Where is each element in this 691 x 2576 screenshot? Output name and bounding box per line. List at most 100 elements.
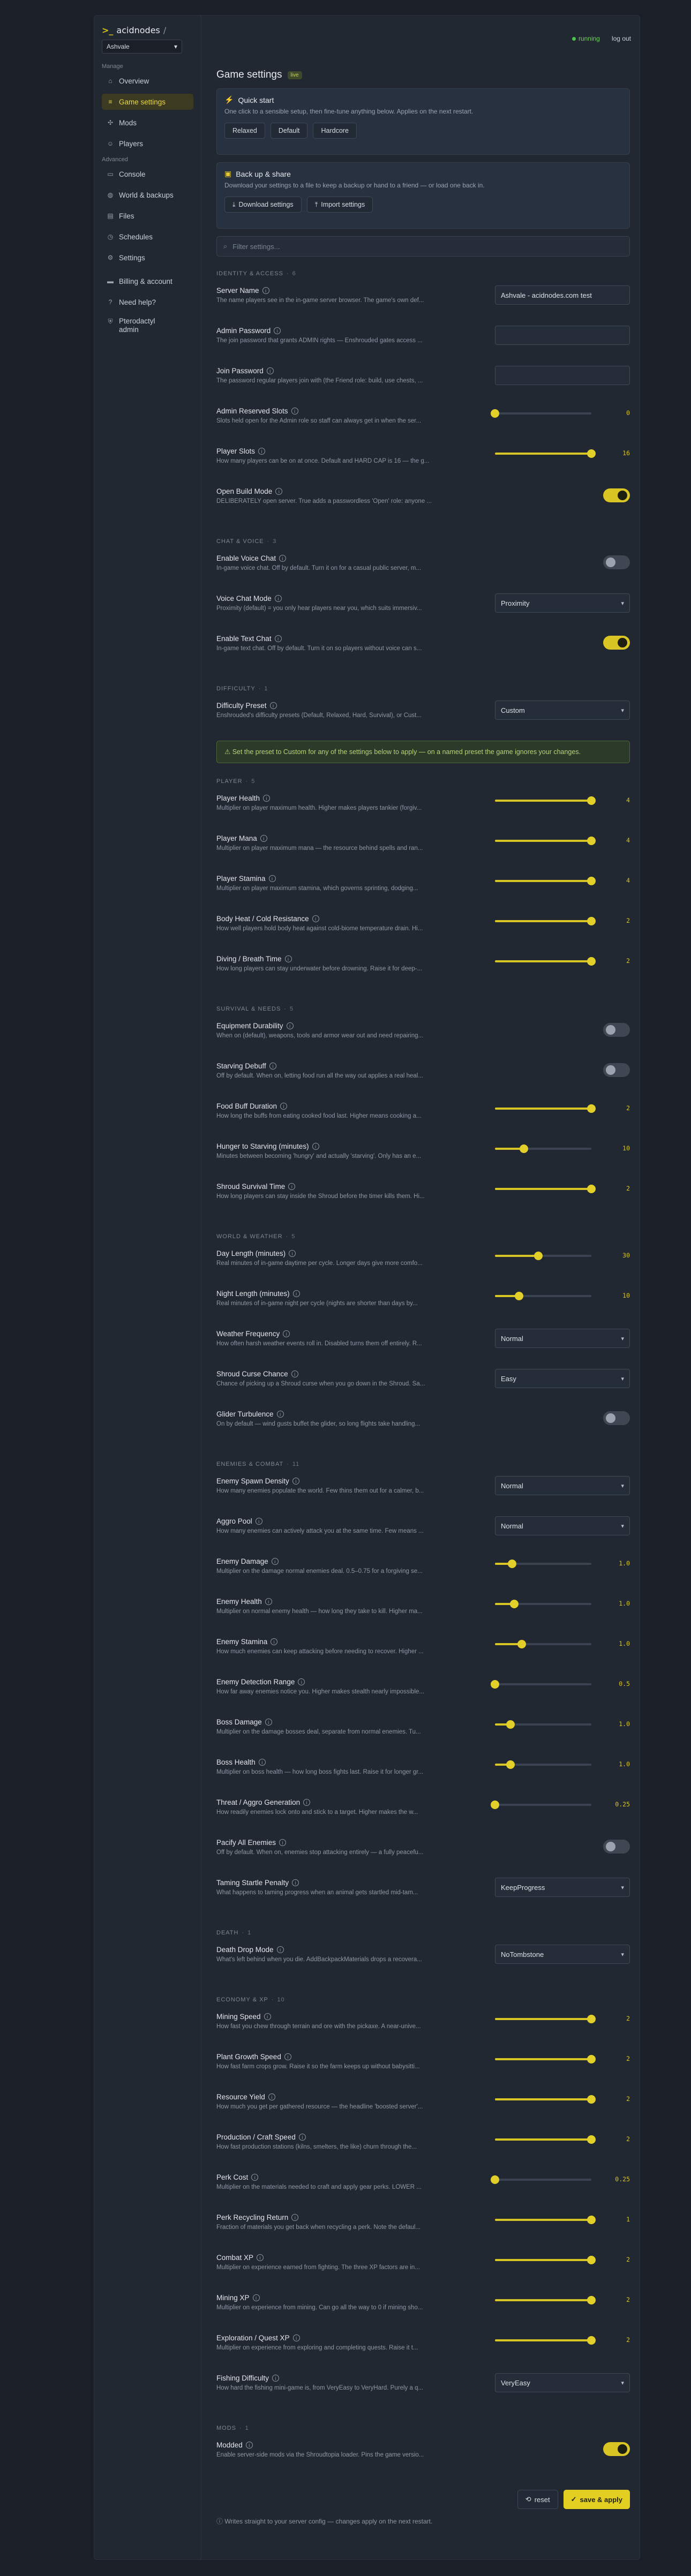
slider-handle[interactable] xyxy=(587,449,596,458)
info-icon[interactable]: i xyxy=(292,1290,300,1297)
info-icon[interactable]: i xyxy=(275,488,283,495)
slider[interactable]: 0.5 xyxy=(491,1679,630,1690)
slider-handle[interactable] xyxy=(587,2095,596,2104)
slider[interactable]: 0 xyxy=(491,408,630,419)
select-dropdown[interactable]: NoTombstone ▾ xyxy=(495,1945,630,1964)
nav-game-settings[interactable]: ≡ Game settings xyxy=(102,94,193,110)
info-icon[interactable]: i xyxy=(291,408,298,415)
info-icon[interactable]: i xyxy=(274,595,282,602)
nav-world-backups[interactable]: ◍ World & backups xyxy=(102,187,193,203)
slider-handle[interactable] xyxy=(587,837,596,845)
info-icon[interactable]: i xyxy=(292,1478,299,1485)
text-input[interactable] xyxy=(495,326,630,345)
toggle-switch[interactable] xyxy=(603,555,630,569)
info-icon[interactable]: i xyxy=(303,1799,311,1806)
slider-handle[interactable] xyxy=(491,2175,499,2184)
select-dropdown[interactable]: Normal ▾ xyxy=(495,1516,630,1535)
toggle-switch[interactable] xyxy=(603,1840,630,1854)
select-dropdown[interactable]: Normal ▾ xyxy=(495,1329,630,1348)
slider[interactable]: 10 xyxy=(495,1143,630,1154)
info-icon[interactable]: i xyxy=(289,1250,296,1257)
slider[interactable]: 4 xyxy=(495,876,630,886)
slider-handle[interactable] xyxy=(587,2055,596,2063)
slider[interactable]: 1.0 xyxy=(495,1639,630,1649)
info-icon[interactable]: i xyxy=(279,1839,287,1846)
select-dropdown[interactable]: VeryEasy ▾ xyxy=(495,2373,630,2392)
info-icon[interactable]: i xyxy=(298,2134,306,2141)
toggle-switch[interactable] xyxy=(603,1411,630,1425)
nav-files[interactable]: ▤ Files xyxy=(102,208,193,224)
info-icon[interactable]: i xyxy=(291,2214,299,2221)
nav-mods[interactable]: ✣ Mods xyxy=(102,115,193,131)
info-icon[interactable]: i xyxy=(283,1330,290,1337)
nav-console[interactable]: ▭ Console xyxy=(102,166,193,182)
nav-billing-account[interactable]: ▬ Billing & account xyxy=(102,273,193,289)
slider-handle[interactable] xyxy=(510,1600,519,1608)
slider[interactable]: 4 xyxy=(495,835,630,846)
info-icon[interactable]: i xyxy=(245,2442,253,2449)
info-icon[interactable]: i xyxy=(298,1678,305,1685)
info-icon[interactable]: i xyxy=(257,2254,264,2261)
toggle-switch[interactable] xyxy=(603,488,630,502)
info-icon[interactable]: i xyxy=(284,2053,291,2060)
nav-schedules[interactable]: ◷ Schedules xyxy=(102,229,193,245)
slider[interactable]: 2 xyxy=(495,2134,630,2145)
slider[interactable]: 1.0 xyxy=(495,1719,630,1730)
toggle-switch[interactable] xyxy=(603,1023,630,1037)
info-icon[interactable]: i xyxy=(271,1638,278,1645)
slider-handle[interactable] xyxy=(587,957,596,966)
slider-handle[interactable] xyxy=(520,1144,528,1153)
info-icon[interactable]: i xyxy=(255,1518,262,1525)
slider-handle[interactable] xyxy=(587,877,596,885)
nav-need-help-[interactable]: ? Need help? xyxy=(102,294,193,310)
info-icon[interactable]: i xyxy=(288,1183,296,1190)
info-icon[interactable]: i xyxy=(251,2174,259,2181)
slider[interactable]: 0.25 xyxy=(491,2174,630,2185)
info-icon[interactable]: i xyxy=(291,1370,298,1377)
info-icon[interactable]: i xyxy=(258,1759,266,1766)
nav-pterodactyl-admin[interactable]: ⛨ Pterodactyl admin xyxy=(102,315,193,336)
slider[interactable]: 2 xyxy=(495,2014,630,2024)
select-dropdown[interactable]: KeepProgress ▾ xyxy=(495,1878,630,1897)
slider[interactable]: 2 xyxy=(495,956,630,967)
info-icon[interactable]: i xyxy=(286,1022,294,1029)
info-icon[interactable]: i xyxy=(279,555,287,562)
preset-hardcore-button[interactable]: Hardcore xyxy=(313,123,357,139)
info-icon[interactable]: i xyxy=(274,327,281,334)
toggle-switch[interactable] xyxy=(603,1063,630,1077)
slider-handle[interactable] xyxy=(491,1680,499,1689)
slider-handle[interactable] xyxy=(587,2256,596,2264)
slider-handle[interactable] xyxy=(517,1640,527,1648)
slider[interactable]: 2 xyxy=(495,2054,630,2065)
text-input[interactable] xyxy=(495,285,630,305)
slider[interactable]: 2 xyxy=(495,2094,630,2105)
nav-settings[interactable]: ⚙ Settings xyxy=(102,250,193,266)
info-icon[interactable]: i xyxy=(280,1103,288,1110)
slider[interactable]: 2 xyxy=(495,2335,630,2346)
text-input[interactable] xyxy=(495,366,630,385)
select-dropdown[interactable]: Custom ▾ xyxy=(495,701,630,720)
preset-default-button[interactable]: Default xyxy=(270,123,308,139)
slider-handle[interactable] xyxy=(534,1252,543,1260)
slider-handle[interactable] xyxy=(491,1801,499,1809)
slider-handle[interactable] xyxy=(587,1185,596,1193)
slider-handle[interactable] xyxy=(587,1104,596,1113)
slider-handle[interactable] xyxy=(515,1292,523,1300)
slider[interactable]: 10 xyxy=(495,1291,630,1301)
select-dropdown[interactable]: Proximity ▾ xyxy=(495,593,630,613)
filter-input[interactable]: ⌕ Filter settings... xyxy=(216,236,630,257)
server-select[interactable]: Ashvale ▾ xyxy=(102,40,182,54)
info-icon[interactable]: i xyxy=(292,2334,300,2341)
info-icon[interactable]: i xyxy=(264,2013,271,2020)
slider[interactable]: 2 xyxy=(495,1103,630,1114)
save-apply-button[interactable]: ✓ save & apply xyxy=(563,2490,630,2509)
info-icon[interactable]: i xyxy=(265,1719,272,1726)
slider-handle[interactable] xyxy=(506,1720,515,1729)
info-icon[interactable]: i xyxy=(260,835,267,842)
slider-handle[interactable] xyxy=(587,796,596,805)
slider[interactable]: 1 xyxy=(495,2215,630,2225)
slider[interactable]: 30 xyxy=(495,1251,630,1261)
slider-handle[interactable] xyxy=(587,2135,596,2144)
slider-handle[interactable] xyxy=(587,2296,596,2304)
info-icon[interactable]: i xyxy=(269,702,277,709)
